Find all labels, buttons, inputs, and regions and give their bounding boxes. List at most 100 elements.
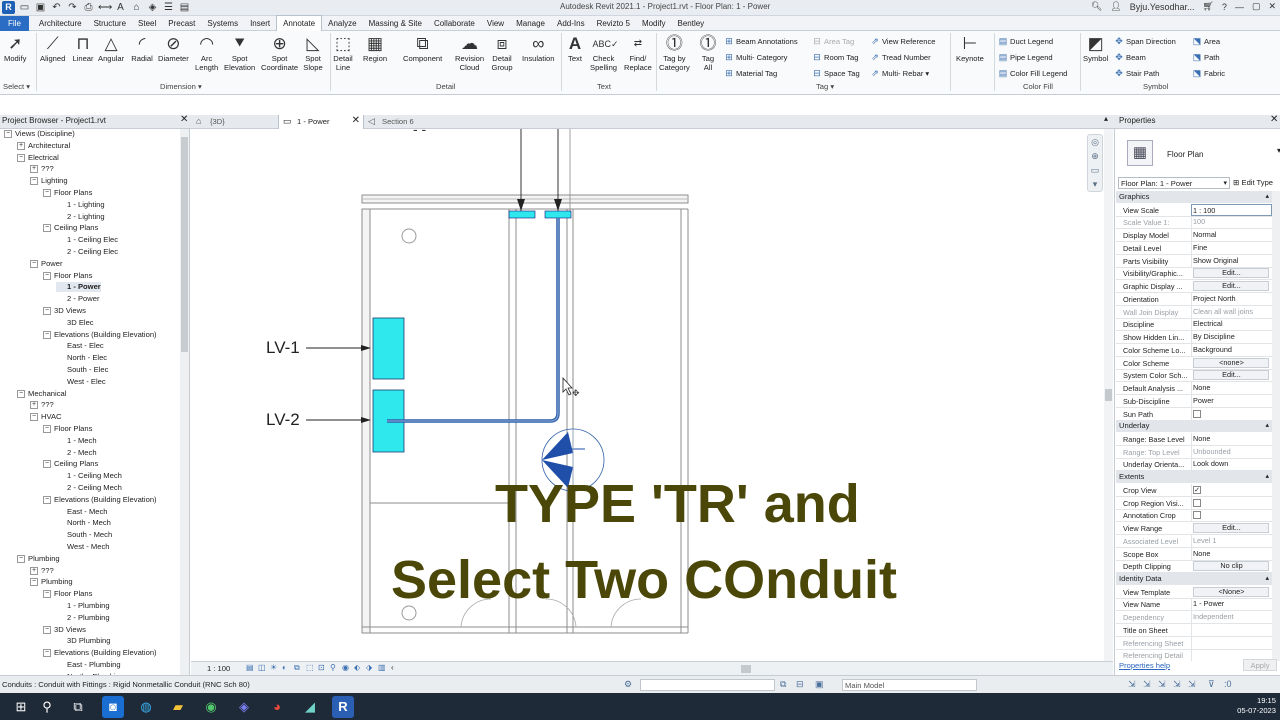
- browser-node[interactable]: 1 - Ceiling Mech: [56, 471, 122, 481]
- browser-node[interactable]: − Ceiling Plans: [43, 223, 98, 233]
- browser-node[interactable]: − Mechanical: [17, 389, 66, 399]
- tab-3d-view[interactable]: ⌂ {3D}: [192, 115, 278, 129]
- sun-path-icon[interactable]: ☀: [270, 663, 277, 672]
- keynote-button[interactable]: ⊢ Keynote: [956, 34, 984, 63]
- help-icon[interactable]: ?: [1222, 2, 1227, 12]
- property-value[interactable]: Unbounded: [1191, 445, 1272, 458]
- browser-node[interactable]: East - Mech: [56, 507, 108, 517]
- select-links-icon[interactable]: ⇲: [1128, 679, 1136, 690]
- junction-box[interactable]: [508, 210, 536, 219]
- worksharing-icon[interactable]: ⬖: [354, 663, 360, 672]
- browser-node[interactable]: South - Mech: [56, 530, 112, 540]
- browser-node[interactable]: 2 - Ceiling Elec: [56, 247, 118, 257]
- select-pinned-icon[interactable]: ⇲: [1158, 679, 1166, 690]
- app-icon[interactable]: ◢: [299, 696, 321, 718]
- diameter-dimension-button[interactable]: ⊘ Diameter: [158, 34, 189, 63]
- workset-field[interactable]: [640, 679, 775, 691]
- browser-node[interactable]: + Architectural: [17, 141, 70, 151]
- collapse-icon[interactable]: −: [43, 271, 51, 280]
- property-edit-button[interactable]: Edit...: [1193, 281, 1269, 292]
- properties-help-link[interactable]: Properties help: [1119, 661, 1170, 670]
- spot-slope-button[interactable]: ◺ Spot Slope: [302, 34, 324, 72]
- room-tag-button[interactable]: ⊟ Room Tag: [812, 52, 858, 63]
- browser-node[interactable]: − Elevations (Building Elevation): [43, 330, 157, 340]
- search-icon[interactable]: ⚲: [36, 696, 58, 718]
- browser-node[interactable]: − Elevations (Building Elevation): [43, 495, 157, 505]
- browser-node[interactable]: North - Mech: [56, 518, 111, 528]
- find-replace-button[interactable]: ⇄ Find/Replace: [624, 34, 652, 72]
- visual-style-icon[interactable]: ◫: [258, 663, 266, 672]
- browser-node[interactable]: − Electrical: [17, 153, 59, 163]
- tab-add-ins[interactable]: Add-Ins: [551, 16, 591, 31]
- search-icon[interactable]: 🔍︎: [1091, 1, 1102, 12]
- junction-box[interactable]: [544, 210, 572, 219]
- property-value[interactable]: 1 : 100: [1191, 203, 1272, 216]
- property-value[interactable]: [1191, 623, 1272, 636]
- tab-view[interactable]: View: [481, 16, 510, 31]
- view-reference-button[interactable]: ⇗ View Reference: [870, 36, 935, 47]
- browser-node[interactable]: −3D Views: [43, 306, 86, 316]
- scrollbar-thumb[interactable]: [181, 137, 188, 352]
- collapse-icon[interactable]: −: [30, 578, 38, 587]
- property-edit-button[interactable]: <None>: [1193, 586, 1269, 597]
- collapse-icon[interactable]: ▴: [1265, 420, 1269, 432]
- area-button[interactable]: ⬔ Area: [1192, 36, 1220, 47]
- properties-scrollbar[interactable]: [1272, 191, 1280, 661]
- close-icon[interactable]: ✕: [352, 114, 360, 127]
- property-value[interactable]: Level 1: [1191, 534, 1272, 547]
- property-value[interactable]: Clean all wall joins: [1191, 305, 1272, 318]
- collapse-icon[interactable]: −: [17, 153, 25, 162]
- chevron-left-icon[interactable]: ‹: [391, 663, 394, 672]
- panel-dimension[interactable]: Dimension ▾: [160, 82, 202, 91]
- area-tag-button[interactable]: ⊟ Area Tag: [812, 36, 854, 47]
- collapse-icon[interactable]: −: [30, 413, 38, 422]
- property-group-header[interactable]: Identity Data ▴: [1116, 573, 1272, 586]
- maximize-icon[interactable]: ▢: [1252, 1, 1261, 12]
- undo-icon[interactable]: ↶: [50, 1, 63, 14]
- shadows-icon[interactable]: ◐: [282, 663, 287, 672]
- insulation-button[interactable]: ∞ Insulation: [522, 34, 555, 63]
- property-value[interactable]: None: [1191, 382, 1272, 395]
- span-direction-button[interactable]: ✥ Span Direction: [1114, 36, 1176, 47]
- multi-rebar-button[interactable]: ⇗ Multi- Rebar ▾: [870, 68, 929, 79]
- tread-number-button[interactable]: ⇗ Tread Number: [870, 52, 930, 63]
- aligned-dimension-button[interactable]: ⟋ Aligned: [40, 34, 65, 63]
- revision-cloud-button[interactable]: ☁ Revision Cloud: [455, 34, 484, 72]
- radial-dimension-button[interactable]: ◜ Radial: [131, 34, 153, 63]
- property-edit-button[interactable]: No clip: [1193, 561, 1269, 572]
- collapse-icon[interactable]: −: [43, 590, 51, 599]
- beam-button[interactable]: ✥ Beam: [1114, 52, 1146, 63]
- highlight-icon[interactable]: ▥: [378, 663, 386, 672]
- browser-node[interactable]: +???: [30, 400, 54, 410]
- property-value[interactable]: None: [1191, 432, 1272, 445]
- thin-lines-icon[interactable]: ☰: [162, 1, 175, 14]
- tag-by-category-button[interactable]: ⓵ Tag by Category: [659, 34, 690, 72]
- worksets-icon[interactable]: ⚙: [624, 679, 632, 690]
- color-fill-legend-button[interactable]: ▤ Color Fill Legend: [998, 68, 1068, 79]
- switch-windows-icon[interactable]: ▤: [178, 1, 191, 14]
- browser-node[interactable]: −3D Views: [43, 625, 86, 635]
- crop-region-icon[interactable]: ⬚: [306, 663, 314, 672]
- expand-icon[interactable]: +: [30, 566, 38, 575]
- browser-node[interactable]: 2 - Lighting: [56, 212, 105, 222]
- checkbox-checked-icon[interactable]: ✓: [1193, 485, 1201, 494]
- zoom-region-icon[interactable]: ▭: [1088, 163, 1102, 177]
- expand-icon[interactable]: +: [30, 401, 38, 410]
- browser-node[interactable]: − Ceiling Plans: [43, 459, 98, 469]
- spot-coordinate-button[interactable]: ⊕ Spot Coordinate: [261, 34, 298, 72]
- checkbox-icon[interactable]: [1193, 409, 1201, 418]
- detail-group-button[interactable]: ⧈ Detail Group: [491, 34, 513, 72]
- close-icon[interactable]: ✕: [180, 114, 188, 125]
- cart-icon[interactable]: 🛒︎: [1202, 1, 1213, 12]
- tab-precast[interactable]: Precast: [162, 16, 201, 31]
- clock[interactable]: 19:15 05-07-2023: [1237, 696, 1276, 716]
- tab-structure[interactable]: Structure: [88, 16, 132, 31]
- tab-manage[interactable]: Manage: [510, 16, 551, 31]
- close-icon[interactable]: ✕: [1270, 114, 1278, 125]
- collapse-icon[interactable]: −: [43, 649, 51, 658]
- browser-node[interactable]: 1 - Ceiling Elec: [56, 235, 118, 245]
- type-selector[interactable]: ▦ Floor Plan ▾: [1119, 132, 1280, 174]
- browser-node[interactable]: 2 - Mech: [56, 448, 97, 458]
- browser-node[interactable]: 3D Plumbing: [56, 636, 110, 646]
- browser-scrollbar[interactable]: [180, 129, 189, 675]
